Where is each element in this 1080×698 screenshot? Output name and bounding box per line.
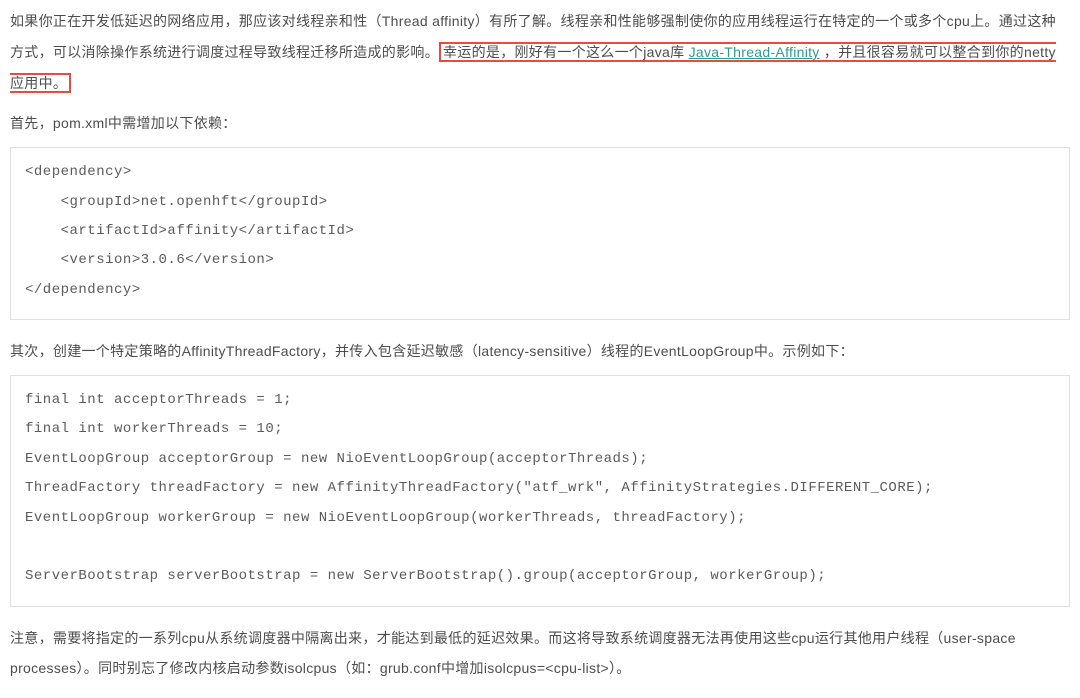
- intro-paragraph: 如果你正在开发低延迟的网络应用，那应该对线程亲和性（Thread affinit…: [10, 6, 1070, 98]
- pom-dependency-code: <dependency> <groupId>net.openhft</group…: [10, 147, 1070, 320]
- java-code-sample: final int acceptorThreads = 1; final int…: [10, 375, 1070, 607]
- highlight-text-before: 幸运的是，刚好有一个这么一个java库: [443, 44, 689, 60]
- java-thread-affinity-link[interactable]: Java-Thread-Affinity: [689, 44, 820, 60]
- pom-intro: 首先，pom.xml中需增加以下依赖：: [10, 108, 1070, 139]
- isolcpus-note: 注意，需要将指定的一系列cpu从系统调度器中隔离出来，才能达到最低的延迟效果。而…: [10, 623, 1070, 685]
- factory-intro: 其次，创建一个特定策略的AffinityThreadFactory，并传入包含延…: [10, 336, 1070, 367]
